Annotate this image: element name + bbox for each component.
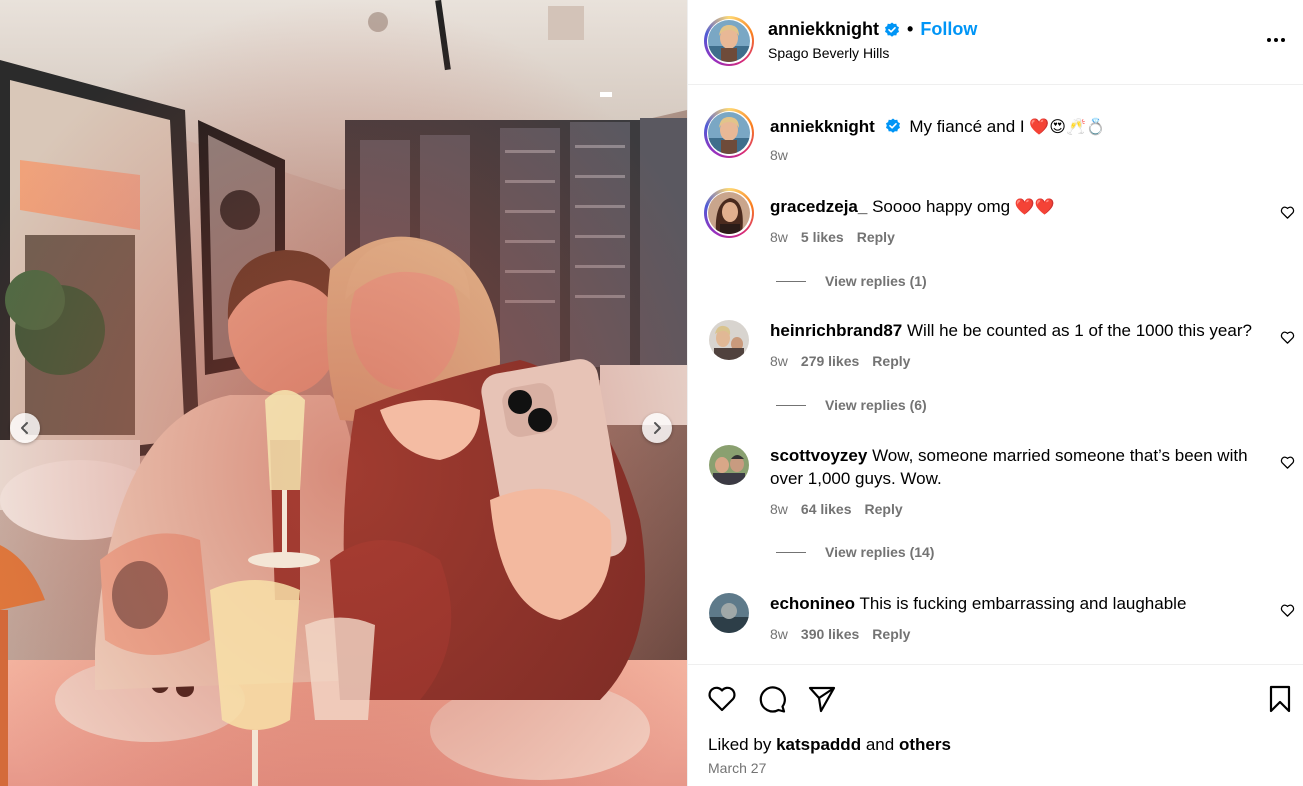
comments-list[interactable]: anniekknight My fiancé and I ❤️😍🥂💍 8w gr…	[688, 86, 1303, 664]
post-photo[interactable]	[0, 0, 687, 786]
follow-button[interactable]: Follow	[920, 19, 977, 40]
comment-like-heart-icon[interactable]	[1280, 330, 1295, 345]
more-options-icon[interactable]	[1264, 28, 1288, 52]
comment-time[interactable]: 8w	[770, 353, 788, 369]
caption-emojis: ❤️😍🥂💍	[1029, 117, 1106, 136]
commenter-avatar[interactable]	[709, 445, 749, 485]
carousel-prev-button[interactable]	[10, 413, 40, 443]
post-side-panel: anniekknight • Follow Spago Beverly Hill…	[687, 0, 1303, 786]
post-date[interactable]: March 27	[708, 760, 766, 776]
caption-avatar[interactable]	[704, 108, 754, 158]
verified-badge-icon	[885, 22, 900, 37]
reply-button[interactable]: Reply	[865, 501, 903, 517]
replies-divider-line	[776, 404, 806, 406]
comment-likes[interactable]: 64 likes	[801, 501, 852, 517]
caption-text: anniekknight My fiancé and I ❤️😍🥂💍	[770, 115, 1262, 138]
comment-body: Will he be counted as 1 of the 1000 this…	[907, 321, 1252, 340]
paper-plane-icon[interactable]	[806, 683, 838, 715]
comment-likes[interactable]: 279 likes	[801, 353, 859, 369]
comment-like-heart-icon[interactable]	[1280, 455, 1295, 470]
commenter-avatar[interactable]	[704, 188, 754, 238]
comment-username[interactable]: heinrichbrand87	[770, 321, 902, 340]
caption-username[interactable]: anniekknight	[770, 117, 875, 136]
comment-text: heinrichbrand87 Will he be counted as 1 …	[770, 319, 1262, 342]
comment-meta: 8w 279 likes Reply	[770, 353, 910, 369]
liked-by-prefix: Liked by	[708, 735, 772, 754]
commenter-avatar[interactable]	[709, 593, 749, 633]
comment-time[interactable]: 8w	[770, 626, 788, 642]
comment-username[interactable]: gracedzeja_	[770, 197, 867, 216]
comment-body: Soooo happy omg	[872, 197, 1011, 216]
comment-likes[interactable]: 390 likes	[801, 626, 859, 642]
separator-dot: •	[907, 19, 914, 39]
commenter-avatar[interactable]	[709, 320, 749, 360]
carousel-next-button[interactable]	[642, 413, 672, 443]
comment-text: scottvoyzey Wow, someone married someone…	[770, 444, 1262, 490]
author-username[interactable]: anniekknight	[768, 19, 879, 40]
reply-button[interactable]: Reply	[857, 229, 895, 245]
liked-by-others[interactable]: others	[899, 735, 951, 754]
comment-username[interactable]: echonineo	[770, 594, 855, 613]
caption-body: My fiancé and I	[909, 117, 1025, 136]
liked-by-and: and	[865, 735, 895, 754]
reply-button[interactable]: Reply	[872, 353, 910, 369]
comment-icon[interactable]	[756, 683, 788, 715]
liked-by-user[interactable]: katspaddd	[776, 735, 861, 754]
view-replies-label: View replies (14)	[825, 544, 935, 560]
chevron-left-icon	[21, 422, 28, 434]
comment-meta: 8w 64 likes Reply	[770, 501, 903, 517]
comment-likes[interactable]: 5 likes	[801, 229, 844, 245]
comment-like-heart-icon[interactable]	[1280, 603, 1295, 618]
view-replies-label: View replies (6)	[825, 397, 927, 413]
comment-time[interactable]: 8w	[770, 501, 788, 517]
comment-body: This is fucking embarrassing and laughab…	[859, 594, 1187, 613]
chevron-right-icon	[654, 422, 661, 434]
view-replies-button[interactable]: View replies (14)	[776, 544, 934, 560]
comment-like-heart-icon[interactable]	[1280, 205, 1295, 220]
reply-button[interactable]: Reply	[872, 626, 910, 642]
view-replies-button[interactable]: View replies (1)	[776, 273, 927, 289]
comment-meta: 8w 5 likes Reply	[770, 229, 895, 245]
comment-text: gracedzeja_ Soooo happy omg ❤️❤️	[770, 195, 1262, 218]
photo-image	[0, 0, 687, 786]
caption-time[interactable]: 8w	[770, 147, 788, 163]
post-location[interactable]: Spago Beverly Hills	[768, 45, 889, 61]
author-avatar[interactable]	[704, 16, 754, 66]
comment-emojis: ❤️❤️	[1014, 197, 1055, 216]
post-header: anniekknight • Follow Spago Beverly Hill…	[688, 0, 1303, 85]
comment-meta: 8w 390 likes Reply	[770, 626, 910, 642]
comment-time[interactable]: 8w	[770, 229, 788, 245]
verified-badge-icon	[885, 118, 900, 133]
caption-meta: 8w	[770, 147, 788, 163]
replies-divider-line	[776, 551, 806, 553]
replies-divider-line	[776, 280, 806, 282]
view-replies-button[interactable]: View replies (6)	[776, 397, 927, 413]
comment-text: echonineo This is fucking embarrassing a…	[770, 592, 1262, 615]
post-actions: Liked by katspaddd and others March 27	[688, 664, 1303, 786]
heart-icon[interactable]	[706, 683, 738, 715]
liked-by-text: Liked by katspaddd and others	[708, 735, 951, 755]
view-replies-label: View replies (1)	[825, 273, 927, 289]
comment-username[interactable]: scottvoyzey	[770, 446, 867, 465]
bookmark-icon[interactable]	[1264, 683, 1296, 715]
